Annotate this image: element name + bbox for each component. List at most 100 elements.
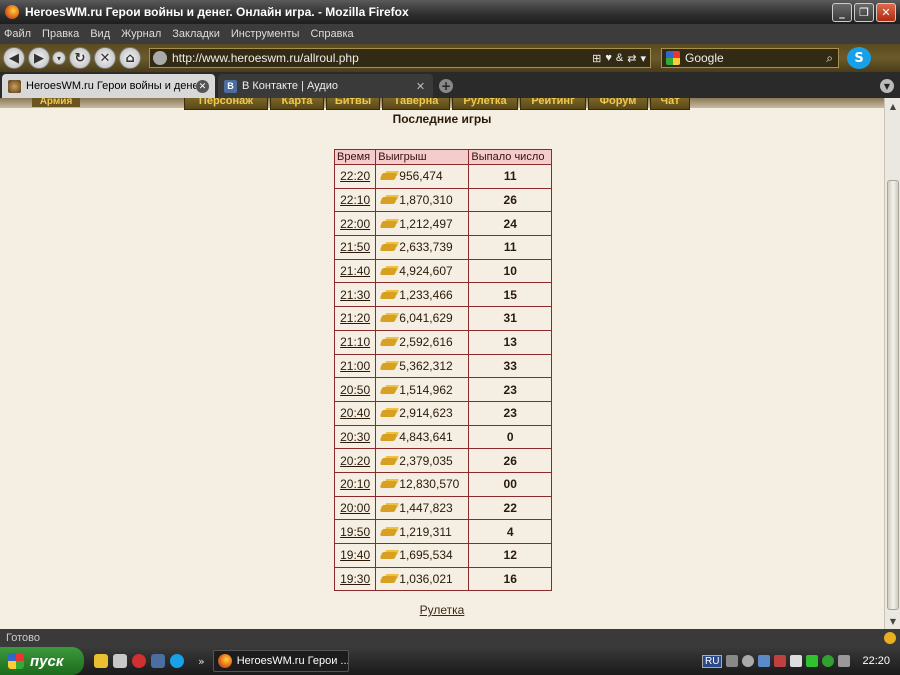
gold-icon	[380, 573, 397, 584]
game-time-link[interactable]: 20:10	[340, 477, 370, 491]
tray-flag-icon[interactable]	[774, 655, 787, 667]
maximize-button[interactable]: ❐	[854, 2, 874, 22]
menu-view[interactable]: Вид	[90, 28, 110, 40]
scroll-up-icon[interactable]: ▲	[886, 99, 900, 113]
nav-map[interactable]: Карта	[270, 98, 324, 110]
tray-green-icon[interactable]	[806, 655, 819, 667]
tray-volume-icon[interactable]	[838, 655, 851, 667]
tab-close-icon[interactable]: ✕	[414, 80, 427, 93]
addon-heart-icon[interactable]: ♥	[605, 52, 612, 64]
scroll-down-icon[interactable]: ▼	[886, 614, 900, 628]
tab-vkontakte[interactable]: B В Контакте | Аудио ✕	[218, 74, 433, 98]
table-row: 20:10 12,830,570 00	[333, 471, 552, 497]
nav-army[interactable]: Армия	[32, 98, 80, 107]
tray-network-icon[interactable]	[758, 655, 771, 667]
game-time-link[interactable]: 19:40	[340, 548, 370, 562]
tray-sync-icon[interactable]	[822, 655, 835, 667]
new-tab-icon[interactable]: +	[439, 79, 453, 93]
rolled-number: 23	[468, 400, 552, 426]
quicklaunch-app-icon[interactable]	[94, 654, 108, 668]
nav-tavern[interactable]: Таверна	[382, 98, 450, 110]
tray-pen-icon[interactable]	[790, 655, 803, 667]
tray-icon[interactable]	[726, 655, 739, 667]
rolled-number: 22	[468, 495, 552, 521]
window-title: HeroesWM.ru Герои войны и денег. Онлайн …	[25, 5, 409, 19]
addon-plus-icon[interactable]: ⊞	[592, 52, 601, 65]
game-time-link[interactable]: 22:00	[340, 217, 370, 231]
game-time-link[interactable]: 21:10	[340, 335, 370, 349]
taskbar-firefox-window[interactable]: HeroesWM.ru Герои ...	[212, 650, 349, 672]
nav-character[interactable]: Персонаж	[184, 98, 268, 110]
tray-help-icon[interactable]	[742, 655, 755, 667]
game-time-link[interactable]: 21:00	[340, 359, 370, 373]
rolled-number: 26	[468, 448, 552, 473]
quicklaunch-app-icon[interactable]	[132, 654, 146, 668]
nav-forum[interactable]: Форум	[588, 98, 648, 110]
game-time-link[interactable]: 19:30	[340, 572, 370, 586]
menu-help[interactable]: Справка	[310, 28, 353, 40]
back-button[interactable]: ◀	[3, 47, 25, 69]
game-time-link[interactable]: 21:50	[340, 240, 370, 254]
skype-icon[interactable]: S	[847, 47, 871, 69]
stop-button[interactable]: ✕	[94, 47, 116, 69]
url-text[interactable]: http://www.heroeswm.ru/allroul.php	[172, 51, 592, 65]
forward-button[interactable]: ▶	[28, 47, 50, 69]
game-time-link[interactable]: 22:20	[340, 169, 370, 183]
translate-icon[interactable]: ⇄	[627, 52, 636, 65]
nav-rating[interactable]: Рейтинг	[520, 98, 586, 110]
game-time-link[interactable]: 20:50	[340, 383, 370, 397]
nav-battles[interactable]: Битвы	[326, 98, 380, 110]
search-icon[interactable]: ⌕	[826, 51, 833, 66]
close-button[interactable]: ✕	[876, 2, 896, 22]
gold-icon	[380, 478, 397, 489]
quicklaunch-more-icon[interactable]: »	[198, 655, 205, 668]
history-dropdown-icon[interactable]: ▾	[52, 51, 66, 65]
smiley-addon-icon[interactable]	[884, 632, 896, 644]
site-identity-icon[interactable]	[153, 51, 167, 65]
menu-edit[interactable]: Правка	[42, 28, 79, 40]
rolled-number: 26	[468, 187, 552, 213]
url-bar[interactable]: http://www.heroeswm.ru/allroul.php ⊞ ♥ &…	[149, 48, 651, 68]
table-row: 20:20 2,379,035 26	[333, 448, 552, 473]
url-dropdown-icon[interactable]: ▾	[640, 52, 646, 65]
google-icon[interactable]	[666, 51, 680, 65]
game-time-link[interactable]: 20:30	[340, 430, 370, 444]
home-button[interactable]: ⌂	[119, 47, 141, 69]
game-time-link[interactable]: 21:20	[340, 311, 370, 325]
menu-file[interactable]: Файл	[4, 28, 31, 40]
game-time-link[interactable]: 22:10	[340, 193, 370, 207]
menu-history[interactable]: Журнал	[121, 28, 161, 40]
gold-icon	[380, 241, 397, 252]
vertical-scrollbar[interactable]: ▲ ▼	[884, 98, 900, 629]
menu-bookmarks[interactable]: Закладки	[172, 28, 220, 40]
game-time-link[interactable]: 20:20	[340, 454, 370, 468]
reload-button[interactable]: ↻	[69, 47, 91, 69]
addon-ampersand-icon[interactable]: &	[616, 52, 623, 64]
scrollbar-thumb[interactable]	[887, 180, 899, 610]
menu-tools[interactable]: Инструменты	[231, 28, 300, 40]
start-button[interactable]: пуск	[0, 647, 84, 675]
tab-close-icon[interactable]: ✕	[196, 79, 209, 93]
game-time-link[interactable]: 21:30	[340, 288, 370, 302]
tab-heroeswm[interactable]: HeroesWM.ru Герои войны и денег. Он... ✕	[2, 74, 215, 98]
game-time-link[interactable]: 20:40	[340, 406, 370, 420]
language-indicator[interactable]: RU	[702, 654, 723, 668]
tab-list-icon[interactable]: ▼	[880, 79, 894, 93]
win-amount: 6,041,629	[399, 311, 453, 326]
minimize-button[interactable]: _	[832, 2, 852, 22]
quicklaunch-app-icon[interactable]	[151, 654, 165, 668]
nav-chat[interactable]: Чат	[650, 98, 690, 110]
gold-icon	[380, 289, 397, 300]
roulette-link[interactable]: Рулетка	[420, 603, 465, 617]
win-amount: 2,914,623	[399, 406, 453, 421]
game-time-link[interactable]: 20:00	[340, 501, 370, 515]
table-row: 20:50 1,514,962 23	[333, 377, 552, 402]
search-bar[interactable]: Google ⌕	[661, 48, 839, 68]
nav-roulette[interactable]: Рулетка	[452, 98, 518, 110]
table-row: 21:30 1,233,466 15	[333, 282, 552, 308]
game-time-link[interactable]: 19:50	[340, 525, 370, 539]
gold-icon	[380, 455, 397, 466]
quicklaunch-app-icon[interactable]	[113, 654, 127, 668]
game-time-link[interactable]: 21:40	[340, 264, 370, 278]
quicklaunch-skype-icon[interactable]	[170, 654, 184, 668]
